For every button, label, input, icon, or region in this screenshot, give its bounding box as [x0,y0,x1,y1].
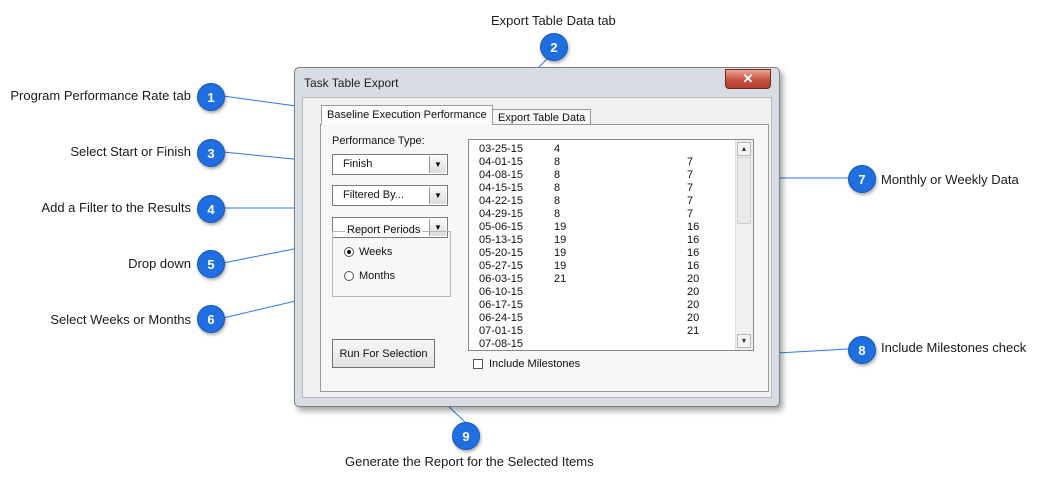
list-item-baseline-count: 19 [554,260,567,272]
list-item-date: 03-25-15 [479,143,524,155]
run-for-selection-button[interactable]: Run For Selection [332,339,435,368]
list-item-actual-count: 20 [687,312,700,324]
list-vertical-scrollbar[interactable]: ▲ ▼ [735,140,753,350]
list-item-actual-count: 7 [687,195,694,207]
list-item-date: 05-27-15 [479,260,524,272]
chevron-down-icon: ▼ [740,337,748,345]
radio-selected-icon [344,247,354,257]
list-item-date: 04-01-15 [479,156,524,168]
callout-badge-3: 3 [197,139,225,167]
list-item-actual-count: 7 [687,208,694,220]
list-item-actual-count: 7 [687,169,694,181]
callout-badge-7: 7 [848,165,876,193]
list-item-baseline-count: 19 [554,234,567,246]
list-item-baseline-count: 19 [554,221,567,233]
scroll-thumb[interactable] [737,157,751,224]
include-milestones-checkbox[interactable]: Include Milestones [473,358,580,370]
callout-badge-5: 5 [197,250,225,278]
chevron-up-icon: ▲ [740,145,748,153]
scroll-down-button[interactable]: ▼ [737,334,751,348]
report-periods-group: Report Periods Weeks Months [332,224,451,297]
include-milestones-label: Include Milestones [489,358,581,370]
callout-badge-4: 4 [197,195,225,223]
list-item-baseline-count: 4 [554,143,561,155]
radio-unselected-icon [344,271,354,281]
radio-weeks[interactable]: Weeks [344,246,392,258]
list-item-actual-count: 16 [687,247,700,259]
radio-weeks-label: Weeks [359,246,393,258]
list-item-actual-count: 20 [687,273,700,285]
list-item-date: 07-08-15 [479,338,524,350]
callout-badge-8: 8 [848,336,876,364]
scroll-up-button[interactable]: ▲ [737,142,751,156]
dialog-client-area: Baseline Execution Performance Export Ta… [302,97,772,398]
performance-data-list[interactable]: 03-25-15 4 04-01-15 8 7 04-08-15 8 7 04-15-15 8 7 0… [468,139,754,351]
list-item-date: 06-24-15 [479,312,524,324]
checkbox-unchecked-icon [473,359,483,369]
list-item-date: 04-08-15 [479,169,524,181]
list-item-date: 07-01-15 [479,325,524,337]
list-item-baseline-count: 21 [554,273,567,285]
list-item-baseline-count: 8 [554,195,561,207]
performance-type-dropdown[interactable]: Finish ▼ [332,154,448,175]
list-item-actual-count: 7 [687,182,694,194]
list-item-date: 06-03-15 [479,273,524,285]
list-item-date: 06-10-15 [479,286,524,298]
report-periods-title: Report Periods [345,224,423,236]
tab-panel: Performance Type: Finish ▼ Filtered By..… [320,124,769,392]
list-item-actual-count: 21 [687,325,700,337]
callout-badge-9: 9 [452,422,480,450]
list-item-baseline-count: 8 [554,169,561,181]
callout-label-5: Drop down [128,256,191,271]
callout-label-6: Select Weeks or Months [50,312,191,327]
list-item-date: 05-06-15 [479,221,524,233]
list-item-date: 06-17-15 [479,299,524,311]
list-item-baseline-count: 8 [554,208,561,220]
callout-label-3: Select Start or Finish [70,144,191,159]
list-item-actual-count: 7 [687,156,694,168]
close-button[interactable]: ✕ [725,69,771,89]
chevron-down-icon[interactable]: ▼ [429,187,446,204]
list-item-baseline-count: 8 [554,156,561,168]
callout-badge-1: 1 [197,83,225,111]
callout-label-1: Program Performance Rate tab [10,88,191,103]
callout-label-4: Add a Filter to the Results [41,200,191,215]
callout-label-7: Monthly or Weekly Data [881,172,1019,187]
close-icon: ✕ [742,71,754,86]
list-item-actual-count: 16 [687,260,700,272]
filter-value: Filtered By... [343,189,404,201]
list-item-date: 04-22-15 [479,195,524,207]
performance-type-label: Performance Type: [332,135,425,147]
callout-label-9: Generate the Report for the Selected Ite… [345,454,594,469]
list-item-baseline-count: 8 [554,182,561,194]
radio-months[interactable]: Months [344,270,395,282]
list-item-date: 05-13-15 [479,234,524,246]
list-item-actual-count: 20 [687,299,700,311]
filter-dropdown[interactable]: Filtered By... ▼ [332,185,448,206]
list-item-actual-count: 16 [687,221,700,233]
callout-label-2: Export Table Data tab [491,13,616,28]
callout-badge-2: 2 [540,33,568,61]
performance-type-value: Finish [343,158,373,170]
list-item-actual-count: 16 [687,234,700,246]
list-item-baseline-count: 19 [554,247,567,259]
list-item-actual-count: 20 [687,286,700,298]
chevron-down-icon[interactable]: ▼ [429,156,446,173]
callout-label-8: Include Milestones check [881,340,1027,355]
tab-baseline-execution-performance[interactable]: Baseline Execution Performance [321,105,493,125]
callout-badge-6: 6 [197,305,225,333]
radio-months-label: Months [359,270,396,282]
list-item-date: 04-29-15 [479,208,524,220]
dialog-title: Task Table Export [304,76,399,90]
list-item-date: 04-15-15 [479,182,524,194]
list-item-date: 05-20-15 [479,247,524,259]
task-table-export-dialog: Task Table Export ✕ Baseline Execution P… [294,67,780,407]
